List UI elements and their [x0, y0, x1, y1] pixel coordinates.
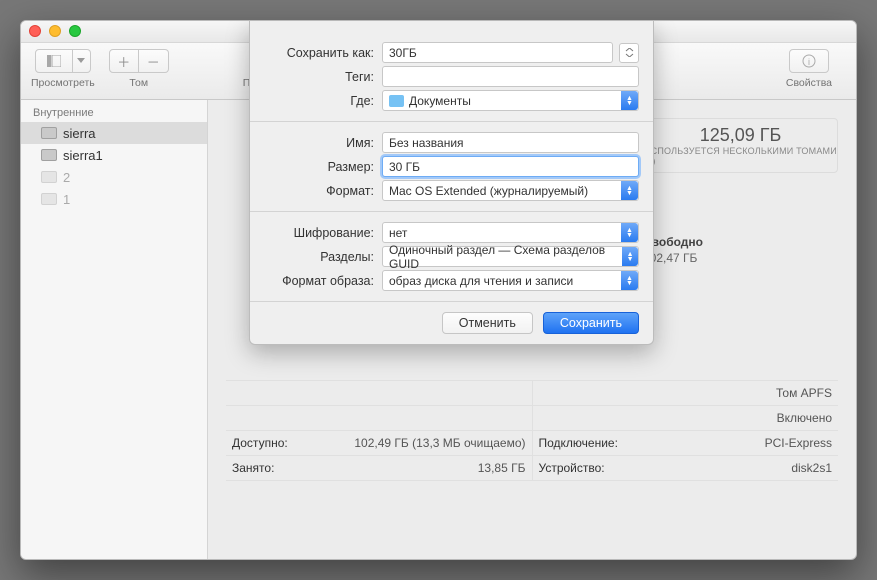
- format-label: Формат:: [264, 184, 382, 198]
- save-sheet: Сохранить как: Теги: Где: Документы ▲▼ И…: [249, 21, 654, 345]
- saveas-input[interactable]: [382, 42, 613, 63]
- free-label: Свободно: [643, 235, 838, 249]
- format-select[interactable]: Mac OS Extended (журналируемый)▲▼: [382, 180, 639, 201]
- imageformat-label: Формат образа:: [264, 274, 382, 288]
- details-grid: Том APFS Включено Доступно: 102,49 ГБ (13…: [226, 380, 838, 481]
- partition-label: Разделы:: [264, 250, 382, 264]
- disk-icon: [41, 193, 57, 205]
- view-label: Просмотреть: [31, 77, 95, 89]
- info-button[interactable]: i: [789, 49, 829, 73]
- name-input[interactable]: [382, 132, 639, 153]
- used-value: 13,85 ГБ: [478, 461, 526, 475]
- where-select[interactable]: Документы ▲▼: [382, 90, 639, 111]
- chevron-updown-icon: ▲▼: [621, 91, 638, 110]
- close-icon[interactable]: [29, 25, 41, 37]
- minimize-icon[interactable]: [49, 25, 61, 37]
- status-value: Включено: [777, 411, 832, 425]
- sidebar-header: Внутренние: [21, 104, 207, 122]
- where-label: Где:: [264, 94, 382, 108]
- sidebar-item-2[interactable]: 2: [21, 166, 207, 188]
- capacity-value: 125,09 ГБ: [700, 125, 782, 146]
- view-button[interactable]: [35, 49, 73, 73]
- free-value: 102,47 ГБ: [643, 251, 838, 265]
- connection-value: PCI-Express: [765, 436, 832, 450]
- sidebar-item-1[interactable]: 1: [21, 188, 207, 210]
- volume-remove-button[interactable]: －: [139, 49, 169, 73]
- volume-label: Том: [129, 77, 148, 89]
- chevron-updown-icon: ▲▼: [621, 271, 638, 290]
- device-label: Устройство:: [539, 461, 605, 475]
- sidebar-item-sierra[interactable]: sierra: [21, 122, 207, 144]
- volume-type: Том APFS: [776, 386, 832, 400]
- volume-add-button[interactable]: ＋: [109, 49, 139, 73]
- chevron-updown-icon: ▲▼: [622, 247, 638, 266]
- sidebar: Внутренние sierra sierra1 2 1: [21, 100, 208, 559]
- used-label: Занято:: [232, 461, 274, 475]
- size-label: Размер:: [264, 160, 382, 174]
- partition-select[interactable]: Одиночный раздел — Схема разделов GUID▲▼: [382, 246, 639, 267]
- available-value: 102,49 ГБ (13,3 МБ очищаемо): [354, 436, 525, 450]
- size-input[interactable]: [382, 156, 639, 177]
- disk-icon: [41, 171, 57, 183]
- view-dropdown[interactable]: [73, 49, 91, 73]
- encrypt-select[interactable]: нет▲▼: [382, 222, 639, 243]
- imageformat-select[interactable]: образ диска для чтения и записи▲▼: [382, 270, 639, 291]
- capacity-card: 125,09 ГБ ИСПОЛЬЗУЕТСЯ НЕСКОЛЬКИМИ ТОМАМ…: [643, 118, 838, 173]
- tags-label: Теги:: [264, 70, 382, 84]
- capacity-note: ИСПОЛЬЗУЕТСЯ НЕСКОЛЬКИМИ ТОМАМИ (4): [644, 146, 837, 166]
- connection-label: Подключение:: [539, 436, 618, 450]
- disk-icon: [41, 127, 57, 139]
- maximize-icon[interactable]: [69, 25, 81, 37]
- cancel-button[interactable]: Отменить: [442, 312, 533, 334]
- info-label: Свойства: [786, 77, 832, 89]
- saveas-label: Сохранить как:: [264, 46, 382, 60]
- traffic-lights: [29, 25, 81, 37]
- disk-utility-window: Дисковая утилита Просмотреть ＋ － Том Пер…: [20, 20, 857, 560]
- encrypt-label: Шифрование:: [264, 226, 382, 240]
- folder-icon: [389, 95, 404, 107]
- chevron-updown-icon: ▲▼: [621, 223, 638, 242]
- name-label: Имя:: [264, 136, 382, 150]
- expand-button[interactable]: [619, 43, 639, 63]
- svg-text:i: i: [808, 57, 810, 67]
- tags-input[interactable]: [382, 66, 639, 87]
- available-label: Доступно:: [232, 436, 288, 450]
- disk-icon: [41, 149, 57, 161]
- device-value: disk2s1: [791, 461, 832, 475]
- sidebar-item-sierra1[interactable]: sierra1: [21, 144, 207, 166]
- save-button[interactable]: Сохранить: [543, 312, 639, 334]
- free-block: Свободно 102,47 ГБ: [643, 235, 838, 265]
- chevron-updown-icon: ▲▼: [621, 181, 638, 200]
